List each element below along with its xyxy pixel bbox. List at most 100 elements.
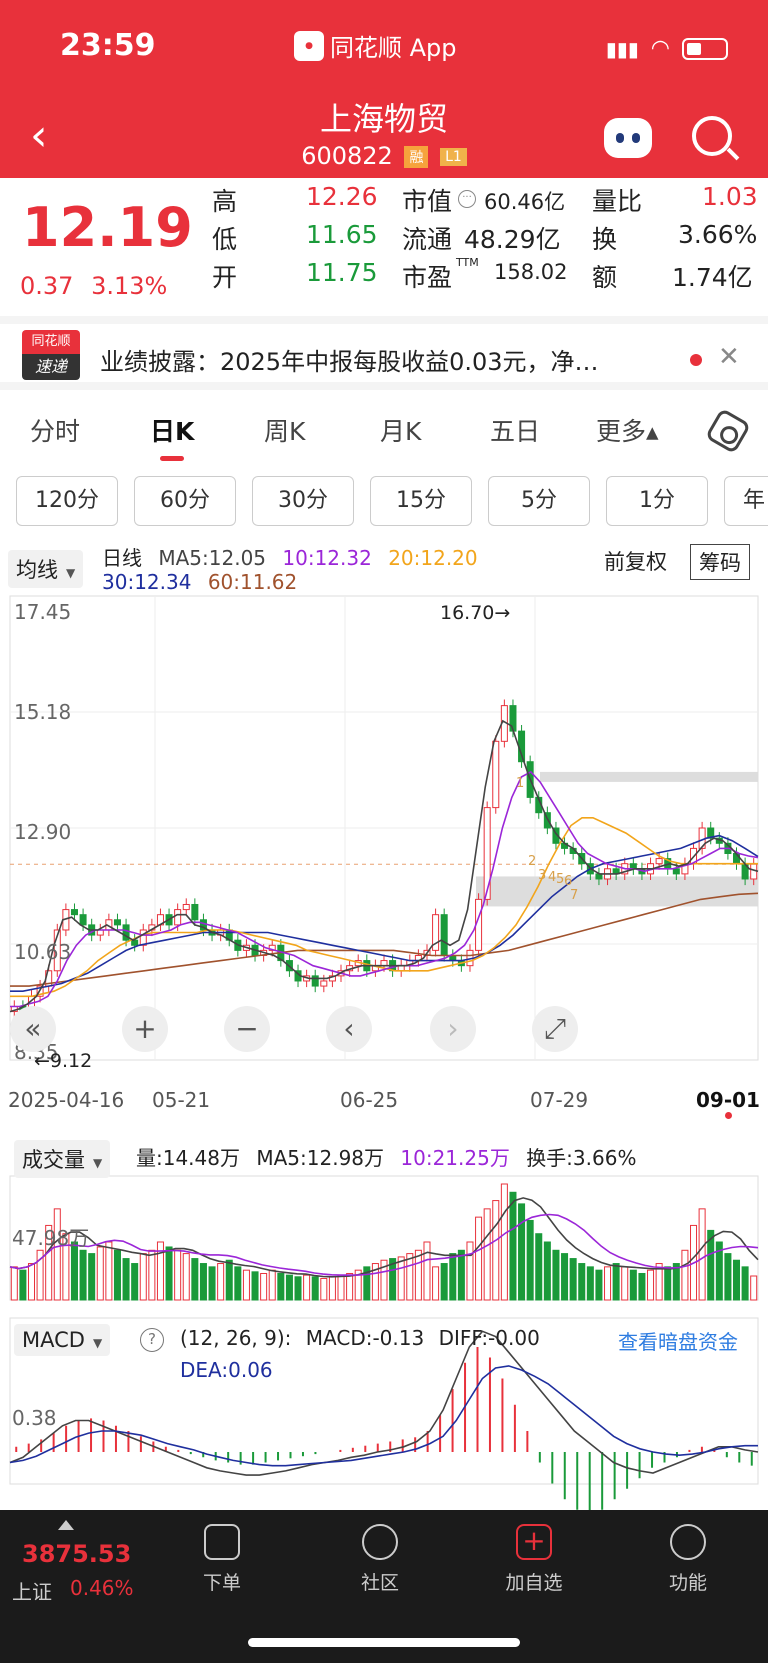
volume-bar bbox=[268, 1269, 276, 1301]
volume-turnover: 换手:3.66% bbox=[526, 1146, 637, 1170]
volume-bar bbox=[320, 1277, 328, 1301]
nav-community-label: 社区 bbox=[360, 1572, 399, 1594]
volume-bar bbox=[535, 1233, 543, 1301]
x-label-1: 05-21 bbox=[152, 1088, 211, 1112]
stock-chart[interactable] bbox=[0, 0, 768, 1510]
volume-bar bbox=[131, 1263, 139, 1301]
index-value[interactable]: 3875.53 bbox=[22, 1540, 131, 1568]
volume-selector[interactable]: 成交量 bbox=[14, 1140, 111, 1178]
macd-legend-row1: (12, 26, 9): MACD:-0.13 DIFF:-0.00 bbox=[180, 1326, 540, 1350]
volume-value: 量:14.48万 bbox=[136, 1146, 240, 1170]
nav-order[interactable]: 下单 bbox=[172, 1524, 272, 1595]
candle-body bbox=[655, 858, 663, 865]
fullscreen-button[interactable]: ⤢ bbox=[532, 1006, 578, 1052]
volume-ma10: 10:21.25万 bbox=[400, 1146, 510, 1170]
current-date-dot bbox=[725, 1112, 732, 1119]
volume-bar bbox=[19, 1269, 27, 1301]
volume-bar bbox=[500, 1183, 508, 1301]
cost-mark-7: 7 bbox=[570, 888, 579, 903]
volume-bar bbox=[148, 1249, 156, 1301]
volume-bar bbox=[105, 1241, 113, 1301]
candle-body bbox=[483, 807, 491, 900]
dark-pool-link[interactable]: 查看暗盘资金 bbox=[618, 1326, 738, 1355]
volume-bar bbox=[182, 1253, 190, 1301]
volume-bar bbox=[750, 1275, 758, 1301]
index-name: 上证 bbox=[12, 1580, 52, 1604]
volume-bar bbox=[311, 1276, 319, 1301]
x-label-0: 2025-04-16 bbox=[8, 1088, 125, 1112]
volume-bar bbox=[122, 1258, 130, 1301]
add-icon: + bbox=[516, 1524, 552, 1560]
volume-bar bbox=[139, 1253, 147, 1301]
volume-bar bbox=[208, 1266, 216, 1301]
y-label-2: 12.90 bbox=[14, 820, 72, 844]
nav-order-label: 下单 bbox=[202, 1572, 241, 1594]
volume-bar bbox=[741, 1266, 749, 1301]
kline-ma-lines bbox=[9, 719, 759, 1013]
volume-bar bbox=[440, 1263, 448, 1301]
volume-bar bbox=[698, 1208, 706, 1301]
candle-body bbox=[509, 705, 517, 732]
volume-bar bbox=[10, 1266, 18, 1301]
volume-bar bbox=[569, 1258, 577, 1301]
volume-bar bbox=[27, 1263, 36, 1301]
volume-bar bbox=[432, 1266, 440, 1301]
cost-mark-2: 2 bbox=[528, 854, 537, 869]
scroll-right-button[interactable]: › bbox=[430, 1006, 476, 1052]
volume-axis-label: 47.98万 bbox=[12, 1226, 90, 1250]
chip-band-1 bbox=[540, 771, 758, 782]
scroll-left-button[interactable]: ‹ bbox=[326, 1006, 372, 1052]
volume-bar bbox=[612, 1263, 620, 1301]
dea-value: DEA:0.06 bbox=[180, 1358, 273, 1382]
volume-bar bbox=[492, 1200, 500, 1301]
scroll-start-button[interactable]: « bbox=[10, 1006, 56, 1052]
volume-bar bbox=[234, 1266, 242, 1301]
zoom-in-button[interactable]: + bbox=[122, 1006, 168, 1052]
volume-bar bbox=[578, 1263, 586, 1301]
volume-bar bbox=[552, 1249, 560, 1301]
volume-bar bbox=[113, 1249, 121, 1301]
y-label-0: 17.45 bbox=[14, 600, 72, 624]
volume-legend: 量:14.48万 MA5:12.98万 10:21.25万 换手:3.66% bbox=[136, 1142, 636, 1171]
volume-bar bbox=[664, 1266, 672, 1301]
volume-bar bbox=[604, 1266, 612, 1301]
macd-axis-label: 0.38 bbox=[12, 1406, 57, 1430]
volume-bar bbox=[483, 1208, 491, 1301]
volume-bar bbox=[475, 1216, 483, 1301]
volume-bar bbox=[88, 1253, 96, 1301]
candle-body bbox=[672, 868, 680, 875]
candle-body bbox=[182, 903, 190, 911]
nav-add-watchlist[interactable]: + 加自选 bbox=[484, 1524, 584, 1595]
volume-bar bbox=[449, 1253, 457, 1301]
ma60-line bbox=[10, 892, 759, 987]
candle-body bbox=[492, 740, 500, 809]
help-icon[interactable]: ? bbox=[140, 1328, 164, 1352]
diff-value: DIFF:-0.00 bbox=[438, 1326, 540, 1350]
high-marker: 16.70→ bbox=[440, 602, 511, 624]
volume-bar bbox=[165, 1246, 173, 1301]
zoom-out-button[interactable]: − bbox=[224, 1006, 270, 1052]
volume-bar bbox=[79, 1249, 87, 1301]
expand-up-icon[interactable] bbox=[58, 1520, 74, 1530]
volume-bar bbox=[406, 1253, 414, 1301]
volume-bar bbox=[337, 1274, 345, 1301]
chip-band-2 bbox=[476, 876, 758, 907]
volume-bar bbox=[303, 1274, 311, 1301]
volume-bar bbox=[629, 1269, 637, 1301]
volume-bar bbox=[242, 1269, 250, 1301]
volume-bar bbox=[285, 1274, 293, 1301]
volume-bar bbox=[397, 1256, 405, 1301]
volume-bar bbox=[457, 1249, 465, 1301]
volume-bar bbox=[251, 1271, 259, 1301]
macd-selector[interactable]: MACD bbox=[14, 1324, 111, 1356]
candle-body bbox=[174, 909, 182, 926]
candle-body bbox=[191, 903, 199, 921]
volume-bar bbox=[174, 1249, 182, 1301]
volume-bar bbox=[199, 1263, 207, 1301]
volume-bar bbox=[191, 1258, 199, 1301]
menu-icon bbox=[670, 1524, 706, 1560]
volume-bar bbox=[277, 1272, 285, 1301]
nav-functions[interactable]: 功能 bbox=[638, 1524, 738, 1595]
nav-community[interactable]: 社区 bbox=[330, 1524, 430, 1595]
cost-mark-3: 3 bbox=[538, 868, 547, 883]
